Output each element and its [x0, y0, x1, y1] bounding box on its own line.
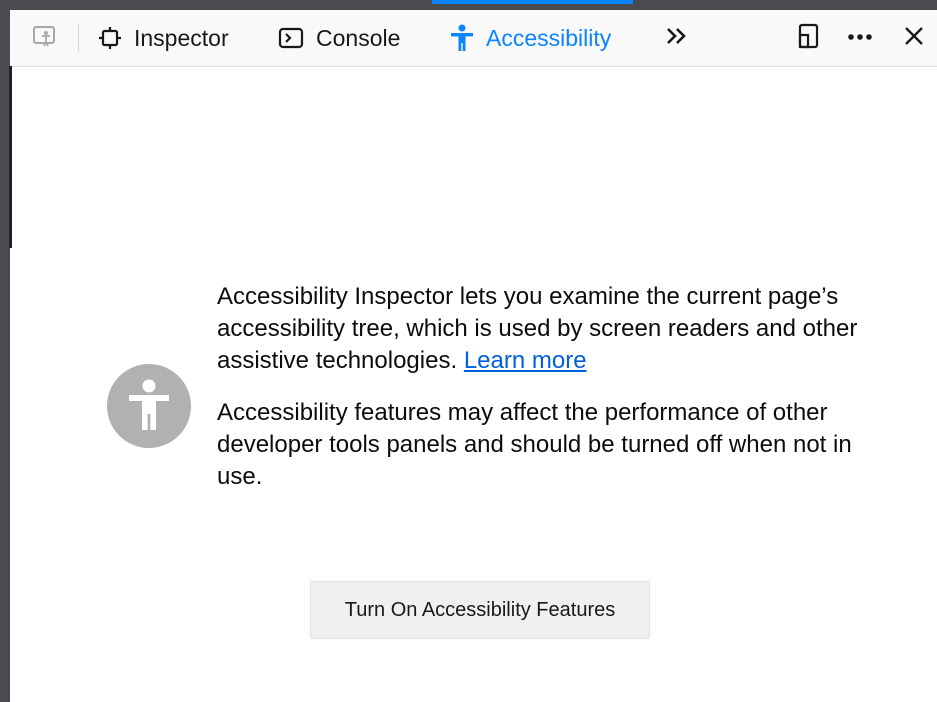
- turn-on-accessibility-button[interactable]: Turn On Accessibility Features: [310, 581, 650, 639]
- console-icon: [278, 26, 304, 50]
- tab-console[interactable]: Console: [278, 10, 400, 66]
- accessibility-icon: [450, 24, 474, 52]
- double-chevron-icon: [664, 25, 690, 52]
- accessibility-large-icon: [107, 364, 191, 448]
- tabs-overflow-button[interactable]: [662, 24, 692, 52]
- tab-console-label: Console: [316, 24, 401, 51]
- toolbar-separator: [78, 24, 79, 52]
- tab-accessibility[interactable]: Accessibility: [431, 0, 634, 66]
- accessibility-picker-button[interactable]: [30, 24, 60, 52]
- description-performance-warning: Accessibility features may affect the pe…: [217, 399, 852, 490]
- description-intro: Accessibility Inspector lets you examine…: [217, 281, 877, 377]
- dock-side-button[interactable]: [793, 22, 823, 55]
- dock-side-icon: [796, 22, 820, 55]
- tab-inspector[interactable]: Inspector: [98, 10, 229, 66]
- accessibility-description: Accessibility Inspector lets you examine…: [217, 281, 877, 513]
- more-options-icon: [846, 29, 874, 47]
- inspector-icon: [98, 26, 122, 50]
- devtools-panel: Inspector Console Accessibility Accessib…: [10, 0, 937, 702]
- window-edge-accent: [9, 66, 12, 248]
- close-icon: [902, 24, 926, 53]
- devtools-toolbar: Inspector Console Accessibility: [10, 0, 937, 67]
- learn-more-link[interactable]: Learn more: [464, 347, 587, 374]
- accessibility-picker-icon: [32, 24, 58, 53]
- tab-accessibility-label: Accessibility: [486, 24, 612, 51]
- more-options-button[interactable]: [845, 24, 875, 52]
- close-button[interactable]: [899, 24, 929, 52]
- tab-inspector-label: Inspector: [134, 24, 229, 51]
